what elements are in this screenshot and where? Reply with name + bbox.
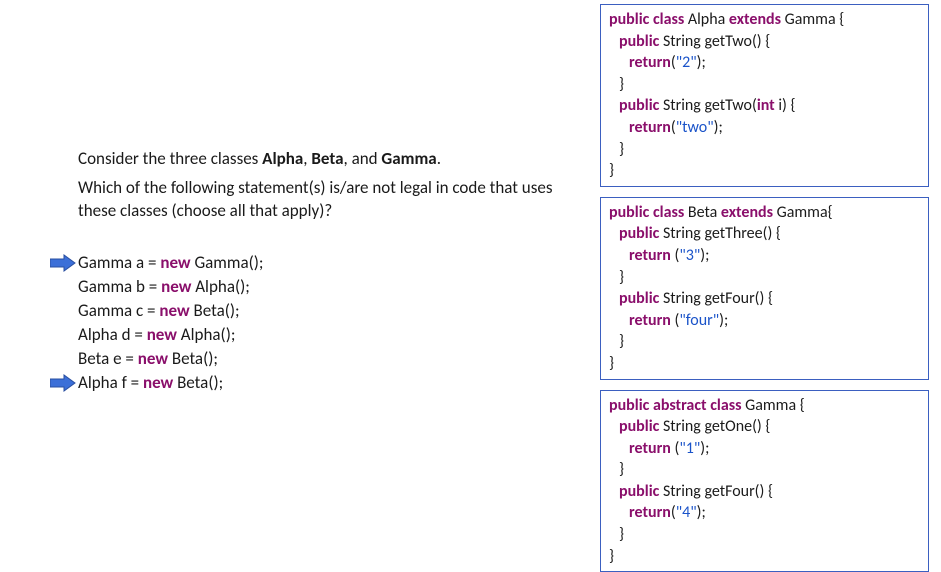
choice-statement: Gamma a = new Gamma();: [78, 251, 263, 275]
arrow-cell: [50, 254, 78, 272]
choice-row: Gamma c = new Beta();: [50, 299, 570, 323]
choice-row: Gamma b = new Alpha();: [50, 275, 570, 299]
answer-choices: Gamma a = new Gamma();Gamma b = new Alph…: [50, 251, 570, 395]
choice-row: Alpha f = new Beta();: [50, 371, 570, 395]
arrow-right-icon: [50, 254, 76, 272]
code-box-gamma: public abstract class Gamma { public Str…: [600, 390, 929, 572]
choice-row: Beta e = new Beta();: [50, 347, 570, 371]
choice-statement: Gamma b = new Alpha();: [78, 275, 250, 299]
choice-statement: Beta e = new Beta();: [78, 347, 218, 371]
choice-statement: Alpha d = new Alpha();: [78, 323, 235, 347]
question-line-1: Consider the three classes Alpha, Beta, …: [50, 148, 570, 171]
arrow-right-icon: [50, 374, 76, 392]
code-box-beta: public class Beta extends Gamma{ public …: [600, 197, 929, 380]
class-gamma: Gamma: [381, 148, 436, 169]
choice-statement: Alpha f = new Beta();: [78, 371, 223, 395]
question-line-2: Which of the following statement(s) is/a…: [50, 177, 570, 223]
choice-statement: Gamma c = new Beta();: [78, 299, 240, 323]
choice-row: Gamma a = new Gamma();: [50, 251, 570, 275]
q1-pre: Consider the three classes: [78, 148, 262, 169]
code-box-alpha: public class Alpha extends Gamma { publi…: [600, 4, 929, 187]
choice-row: Alpha d = new Alpha();: [50, 323, 570, 347]
arrow-cell: [50, 374, 78, 392]
question-block: Consider the three classes Alpha, Beta, …: [50, 148, 570, 223]
class-alpha: Alpha: [262, 148, 303, 169]
class-beta: Beta: [311, 148, 343, 169]
